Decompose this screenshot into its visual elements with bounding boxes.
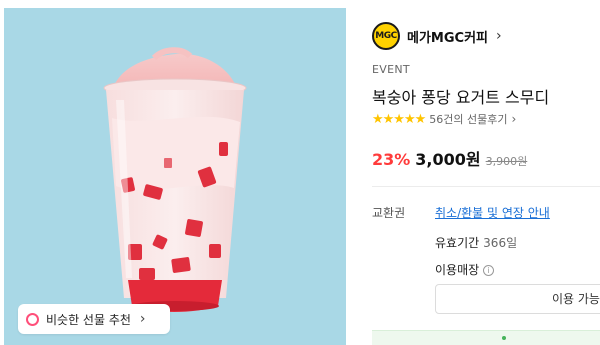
product-info-panel: MGC 메가MGC커피 › EVENT 복숭아 퐁당 요거트 스무디 ★★★★★… [372,0,600,345]
review-count: 56건의 선물후기 [429,113,508,126]
validity-label: 유효기간 [435,236,480,250]
store-row: 이용매장 i [435,261,495,278]
dot-icon [502,336,506,340]
refund-policy-link[interactable]: 취소/환불 및 연장 안내 [435,204,550,221]
validity-row: 유효기간 366일 [435,234,517,251]
current-price: 3,000원 [415,150,481,169]
promo-banner[interactable] [372,330,600,345]
product-image-panel: 비슷한 선물 추천 › [4,8,346,345]
original-price: 3,900원 [485,155,528,168]
product-title: 복숭아 퐁당 요거트 스무디 [372,88,550,107]
chevron-right-icon: › [511,112,517,126]
brand-link[interactable]: MGC 메가MGC커피 › [372,22,502,50]
divider [372,186,600,187]
ring-icon [26,312,39,326]
chevron-right-icon: › [496,28,502,44]
validity-value: 366일 [483,236,518,250]
discount-rate: 23% [372,150,411,169]
rating-row[interactable]: ★★★★★ 56건의 선물후기 › [372,111,516,127]
event-label: EVENT [372,63,410,76]
similar-gift-button[interactable]: 비슷한 선물 추천 › [18,304,170,334]
available-stores-button[interactable]: 이용 가능 [435,284,600,314]
brand-logo: MGC [372,22,400,50]
star-rating-icon: ★★★★★ [372,111,426,127]
store-label: 이용매장 [435,263,480,277]
price-row: 23% 3,000원 3,900원 [372,146,527,170]
chevron-right-icon: › [139,311,146,327]
similar-gift-label: 비슷한 선물 추천 [46,312,131,327]
smoothie-cup-image [103,47,247,312]
brand-name: 메가MGC커피 [407,30,488,46]
exchange-label: 교환권 [372,206,406,220]
info-icon[interactable]: i [483,265,495,276]
